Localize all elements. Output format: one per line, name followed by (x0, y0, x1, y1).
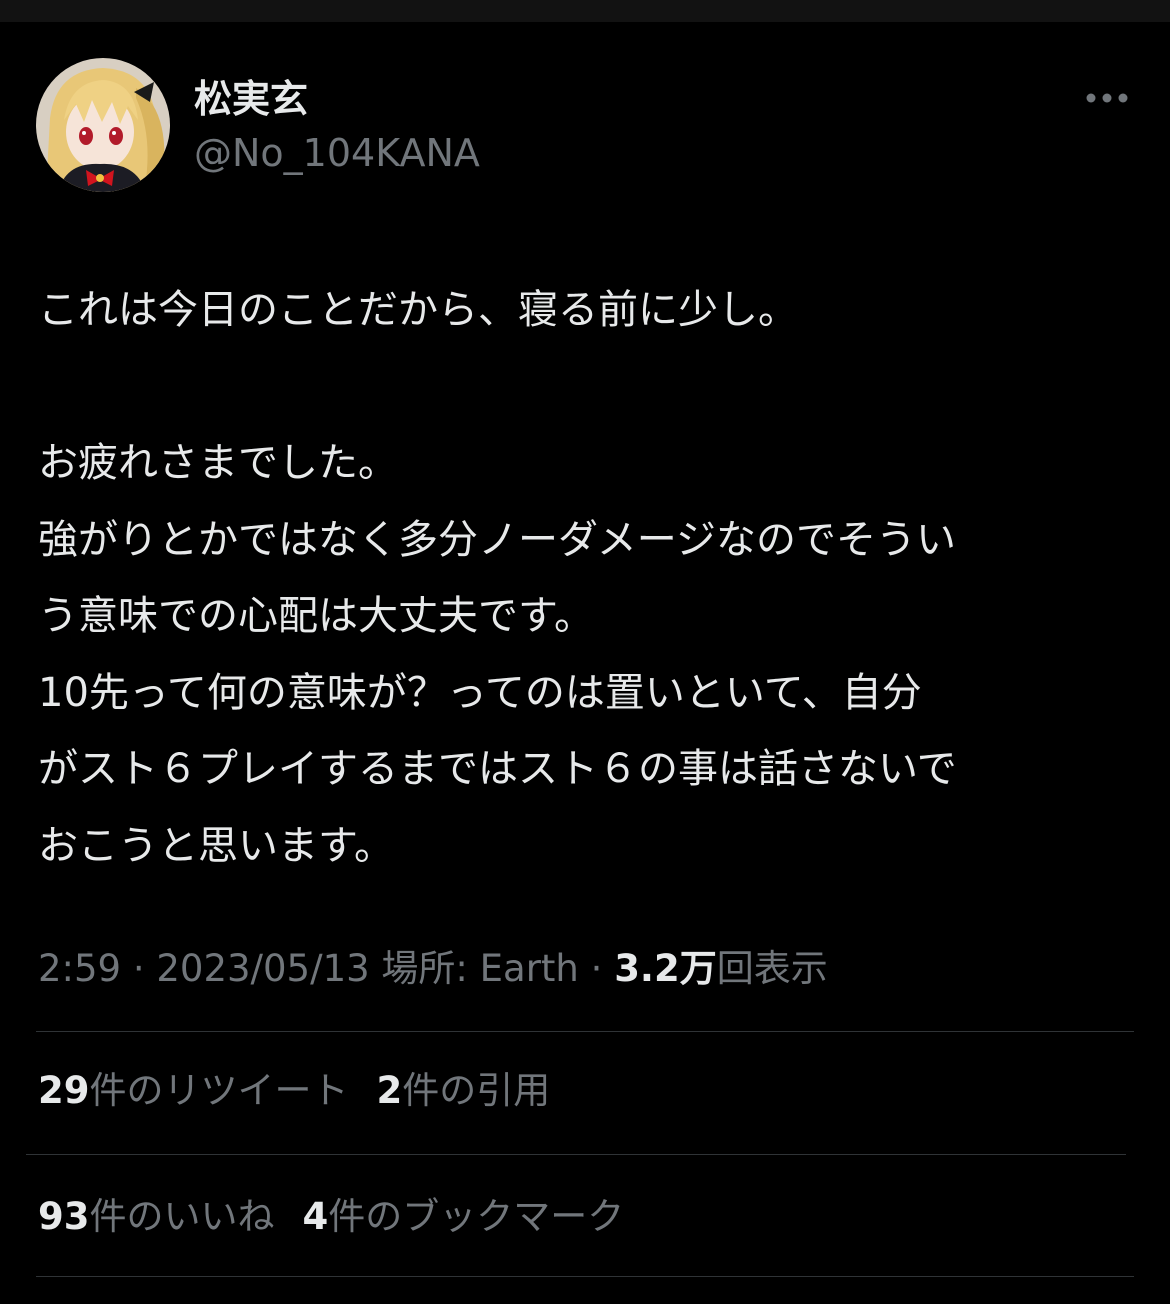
avatar-image (36, 58, 170, 192)
tweet-location: Earth (479, 947, 579, 990)
likes-count: 93 (38, 1195, 90, 1238)
tweet-line: がスト６プレイするまではスト６の事は話さないで (38, 746, 957, 792)
views-count[interactable]: 3.2万 (614, 947, 717, 990)
tweet-line: う意味での心配は大丈夫です。 (38, 593, 594, 639)
retweets-label: 件のリツイート (89, 1069, 349, 1112)
location-label: 場所: (369, 947, 480, 990)
tweet-text: これは今日のことだから、寝る前に少し。 お疲れさまでした。 強がりとかではなく多… (38, 272, 1138, 884)
tweet-line: お疲れさまでした。 (38, 440, 398, 486)
display-name[interactable]: 松実玄 (194, 74, 308, 124)
quotes-stat[interactable]: 2件の引用 (377, 1069, 551, 1112)
divider (36, 1276, 1134, 1277)
tweet-line: これは今日のことだから、寝る前に少し。 (38, 287, 798, 333)
retweets-count: 29 (38, 1069, 90, 1112)
bookmarks-stat[interactable]: 4件のブックマーク (303, 1195, 625, 1238)
engagement-row-reposts: 29件のリツイート 2件の引用 (38, 1066, 578, 1116)
tweet-time[interactable]: 2:59 (38, 947, 121, 990)
bookmarks-label: 件のブックマーク (328, 1195, 625, 1238)
tweet-line: おこうと思います。 (38, 822, 394, 869)
status-bar-strip (0, 0, 1170, 22)
engagement-row-likes: 93件のいいね 4件のブックマーク (38, 1192, 652, 1242)
views-label[interactable]: 回表示 (717, 947, 828, 990)
divider (36, 1031, 1134, 1032)
likes-label: 件のいいね (89, 1195, 275, 1238)
bookmarks-count: 4 (302, 1195, 329, 1238)
likes-stat[interactable]: 93件のいいね (38, 1195, 275, 1238)
retweets-stat[interactable]: 29件のリツイート (38, 1069, 349, 1112)
meta-separator: · (121, 947, 157, 990)
meta-separator: · (578, 947, 615, 990)
tweet-meta: 2:59 · 2023/05/13 場所: Earth · 3.2万回表示 (38, 944, 828, 994)
user-handle[interactable]: @No_104KANA (194, 128, 480, 178)
tweet-line: 強がりとかではなく多分ノーダメージなのでそうい (38, 516, 956, 563)
quotes-label: 件の引用 (402, 1069, 551, 1112)
quotes-count: 2 (376, 1069, 403, 1112)
tweet-line (38, 349, 1138, 426)
divider (26, 1154, 1126, 1155)
avatar[interactable] (36, 58, 170, 192)
tweet-line: 10先って何の意味が？ってのは置いといて、自分 (38, 669, 922, 716)
tweet-date[interactable]: 2023/05/13 (156, 947, 369, 990)
more-options-icon[interactable] (1084, 86, 1130, 110)
